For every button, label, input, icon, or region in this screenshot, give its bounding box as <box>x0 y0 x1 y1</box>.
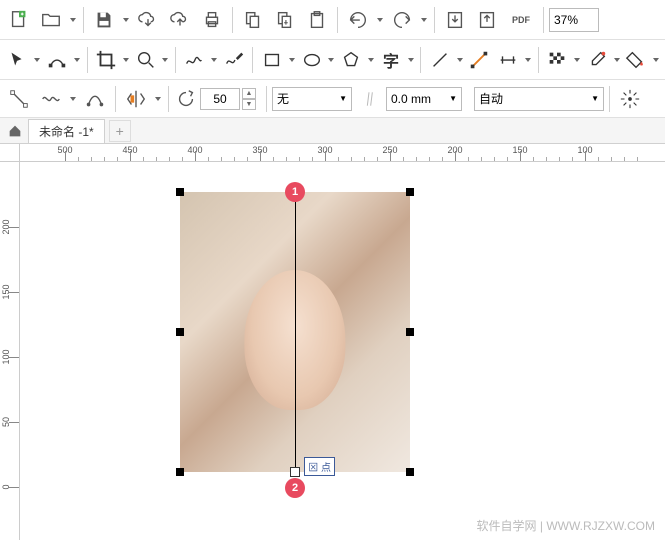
document-tab[interactable]: 未命名 -1* <box>28 119 105 143</box>
node-tooltip: ⊠ 点 <box>304 457 335 476</box>
polygon-tool[interactable] <box>338 45 365 75</box>
resize-handle-mr[interactable] <box>406 328 414 336</box>
main-toolbar: PDF <box>0 0 665 40</box>
canvas[interactable]: 1 2 ⊠ 点 <box>20 162 665 540</box>
eyedropper-tool[interactable] <box>583 45 610 75</box>
resize-handle-bl[interactable] <box>176 468 184 476</box>
ellipse-tool[interactable] <box>298 45 325 75</box>
rotate-icon[interactable] <box>174 84 198 114</box>
cloud-download-button[interactable] <box>133 5 163 35</box>
text-tool[interactable]: 字 <box>378 45 405 75</box>
crop-tool[interactable] <box>92 45 119 75</box>
redo-button[interactable] <box>387 5 417 35</box>
export-button[interactable] <box>472 5 502 35</box>
zoom-input[interactable] <box>549 8 599 32</box>
line-style-dropdown[interactable]: 无▼ <box>272 87 352 111</box>
line-node-bottom[interactable] <box>290 467 300 477</box>
add-tab-button[interactable]: + <box>109 120 131 142</box>
pick-tool[interactable] <box>4 45 31 75</box>
dim-dropdown[interactable] <box>524 58 533 62</box>
clipboard-button[interactable] <box>302 5 332 35</box>
rect-dropdown[interactable] <box>287 58 296 62</box>
fill-dropdown[interactable] <box>652 58 661 62</box>
print-button[interactable] <box>197 5 227 35</box>
home-icon[interactable] <box>4 120 26 142</box>
connector-tool[interactable] <box>466 45 493 75</box>
open-dropdown[interactable] <box>68 18 78 22</box>
shape-dropdown[interactable] <box>73 58 82 62</box>
new-doc-button[interactable] <box>4 5 34 35</box>
auto-dropdown[interactable]: 自动▼ <box>474 87 604 111</box>
rectangle-tool[interactable] <box>258 45 285 75</box>
horizontal-ruler[interactable]: 500450400350300250200150100 <box>20 144 665 162</box>
trans-dropdown[interactable] <box>572 58 581 62</box>
freehand-dropdown[interactable] <box>210 58 219 62</box>
selected-image[interactable]: 1 2 ⊠ 点 <box>180 192 410 472</box>
document-tabs: 未命名 -1* + <box>0 118 665 144</box>
rotation-spinner[interactable]: ▲▼ <box>242 88 256 110</box>
wave-dropdown[interactable] <box>68 97 78 101</box>
save-button[interactable] <box>89 5 119 35</box>
resize-handle-tr[interactable] <box>406 188 414 196</box>
polygon-dropdown[interactable] <box>367 58 376 62</box>
import-button[interactable] <box>440 5 470 35</box>
redo-dropdown[interactable] <box>419 18 429 22</box>
watermark: 软件自学网 | WWW.RJZXW.COM <box>477 517 655 534</box>
resize-handle-br[interactable] <box>406 468 414 476</box>
paste-button[interactable] <box>270 5 300 35</box>
mirror-icon[interactable] <box>121 84 151 114</box>
pdf-export-button[interactable]: PDF <box>504 5 538 35</box>
line-dropdown[interactable] <box>455 58 464 62</box>
vertical-guide-line[interactable] <box>295 192 296 472</box>
copy-button[interactable] <box>238 5 268 35</box>
cloud-upload-button[interactable] <box>165 5 195 35</box>
text-dropdown[interactable] <box>406 58 415 62</box>
rotation-input[interactable] <box>200 88 240 110</box>
dimension-tool[interactable] <box>495 45 522 75</box>
resize-handle-tl[interactable] <box>176 188 184 196</box>
crop-dropdown[interactable] <box>121 58 130 62</box>
node-line-icon[interactable] <box>4 84 34 114</box>
vertical-ruler[interactable]: 200150100500 <box>0 162 20 540</box>
eye-dropdown[interactable] <box>612 58 621 62</box>
undo-dropdown[interactable] <box>375 18 385 22</box>
resize-handle-ml[interactable] <box>176 328 184 336</box>
ruler-corner <box>0 144 20 162</box>
annotation-marker-2: 2 <box>285 478 305 498</box>
transparency-tool[interactable] <box>544 45 571 75</box>
wave-icon[interactable] <box>36 84 66 114</box>
property-bar: ▲▼ 无▼ 0.0 mm▼ 自动▼ <box>0 80 665 118</box>
ellipse-dropdown[interactable] <box>327 58 336 62</box>
line-tool[interactable] <box>426 45 453 75</box>
curve-mirror-icon[interactable] <box>80 84 110 114</box>
fill-tool[interactable] <box>623 45 650 75</box>
pick-dropdown[interactable] <box>33 58 42 62</box>
tools-toolbar: 字 <box>0 40 665 80</box>
pen-tool[interactable] <box>221 45 248 75</box>
snap-icon[interactable] <box>615 84 645 114</box>
undo-button[interactable] <box>343 5 373 35</box>
mirror-dropdown[interactable] <box>153 97 163 101</box>
zoom-tool[interactable] <box>132 45 159 75</box>
freehand-tool[interactable] <box>181 45 208 75</box>
annotation-marker-1: 1 <box>285 182 305 202</box>
shape-tool[interactable] <box>44 45 71 75</box>
line-width-dropdown[interactable]: 0.0 mm▼ <box>386 87 462 111</box>
zoom-dropdown[interactable] <box>161 58 170 62</box>
open-button[interactable] <box>36 5 66 35</box>
save-dropdown[interactable] <box>121 18 131 22</box>
line-width-icon <box>364 84 384 114</box>
